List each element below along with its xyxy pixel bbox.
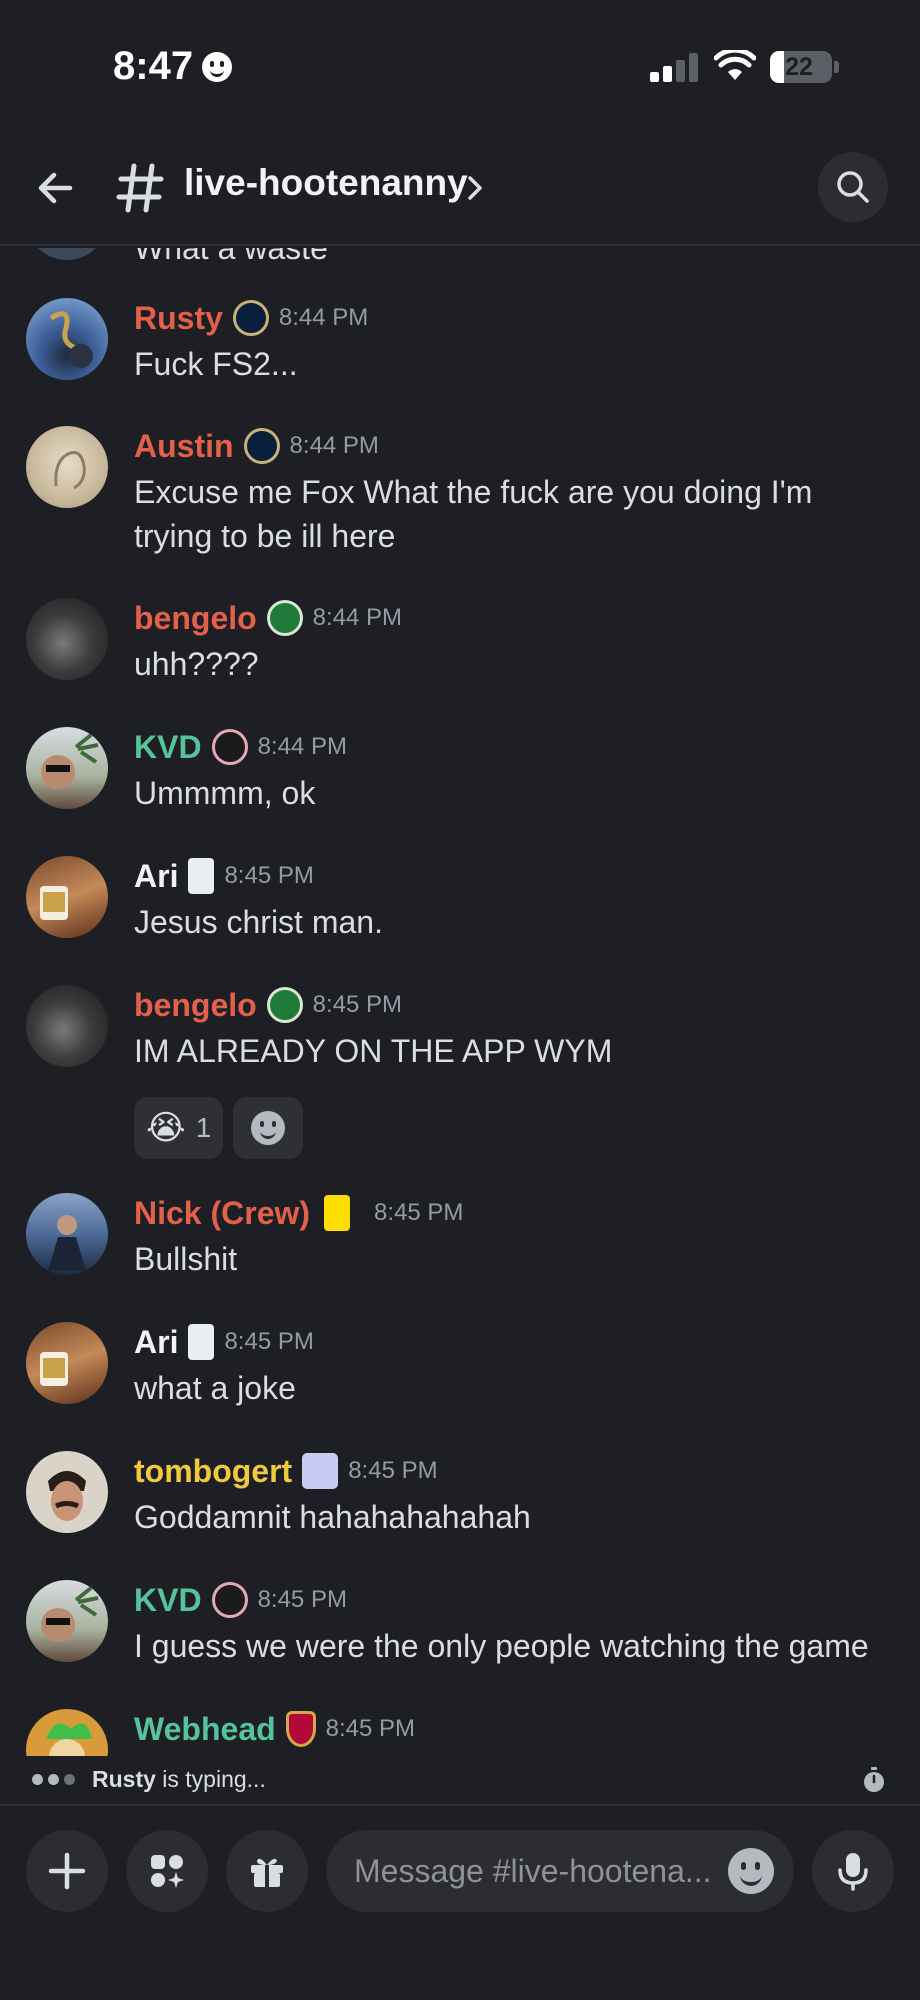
username[interactable]: Nick (Crew) xyxy=(134,1195,310,1232)
avatar[interactable] xyxy=(26,1580,108,1662)
real-salt-lake-badge-icon xyxy=(285,1711,316,1747)
reaction-count: 1 xyxy=(195,1112,212,1143)
message-input[interactable] xyxy=(354,1830,724,1912)
minnesota-united-badge-icon xyxy=(188,1324,215,1360)
message-text: Ummmm, ok xyxy=(134,775,316,811)
battery-level: 22 xyxy=(785,53,813,81)
timestamp: 8:45 PM xyxy=(224,1328,314,1355)
emoji-icon[interactable] xyxy=(728,1848,774,1894)
search-button[interactable] xyxy=(818,152,888,222)
message-text-clipped: What a waste xyxy=(134,248,328,266)
channel-title[interactable]: live-hootenanny xyxy=(184,162,468,204)
status-bar: 8:47 22 xyxy=(0,0,920,130)
timestamp: 8:45 PM xyxy=(257,1586,347,1613)
message-text: Fuck FS2... xyxy=(134,346,298,382)
message-text: Jesus christ man. xyxy=(134,904,383,940)
chevron-right-icon[interactable] xyxy=(462,170,488,206)
message-text: IM ALREADY ON THE APP WYM xyxy=(134,1033,613,1069)
mustache-badge-icon xyxy=(302,1453,339,1489)
timestamp: 8:45 PM xyxy=(374,1199,464,1226)
add-reaction-icon xyxy=(251,1111,286,1145)
loudly-crying-emoji-icon: 😭 xyxy=(146,1109,186,1147)
typing-dots-icon xyxy=(32,1774,75,1785)
slowmode-timer-icon[interactable] xyxy=(862,1766,886,1794)
attach-button[interactable] xyxy=(26,1830,108,1912)
message-composer xyxy=(0,1808,920,2000)
username[interactable]: Webhead xyxy=(134,1711,276,1748)
typing-user: Rusty xyxy=(92,1766,156,1792)
timestamp: 8:44 PM xyxy=(257,733,347,760)
username[interactable]: Austin xyxy=(134,428,234,465)
avatar[interactable] xyxy=(26,598,108,680)
timestamp: 8:45 PM xyxy=(325,1715,416,1742)
cellular-signal-icon xyxy=(650,52,700,82)
avatar[interactable] xyxy=(26,1709,108,1756)
back-arrow-icon[interactable] xyxy=(30,160,86,216)
username[interactable]: bengelo xyxy=(134,600,257,637)
columbus-crew-badge-icon xyxy=(324,1195,351,1231)
avatar[interactable] xyxy=(26,298,108,380)
avatar[interactable] xyxy=(26,1451,108,1533)
timestamp: 8:45 PM xyxy=(348,1457,438,1484)
inter-miami-badge-icon xyxy=(211,1582,248,1618)
message-text: I guess we were the only people watching… xyxy=(134,1628,869,1664)
channel-header: live-hootenanny xyxy=(0,130,920,246)
username[interactable]: Ari xyxy=(134,858,178,895)
portland-timbers-badge-icon xyxy=(266,600,303,636)
message-input-wrapper[interactable] xyxy=(326,1830,794,1912)
plus-icon xyxy=(48,1852,86,1890)
message-list[interactable]: What a waste Rusty 8:44 PM Fuck FS2... A… xyxy=(0,248,920,1756)
inter-miami-badge-icon xyxy=(211,729,248,765)
message-text: Bullshit xyxy=(134,1241,238,1277)
avatar[interactable] xyxy=(26,248,108,260)
avatar[interactable] xyxy=(26,1322,108,1404)
timestamp: 8:44 PM xyxy=(289,432,379,459)
focus-face-icon xyxy=(202,52,232,82)
microphone-icon xyxy=(838,1853,868,1891)
avatar[interactable] xyxy=(26,426,108,508)
message-text: uhh???? xyxy=(134,646,259,682)
typing-suffix: is typing... xyxy=(155,1766,266,1792)
gift-icon xyxy=(251,1858,283,1887)
wifi-icon xyxy=(714,50,756,80)
avatar[interactable] xyxy=(26,856,108,938)
voice-message-button[interactable] xyxy=(812,1830,894,1912)
timestamp: 8:44 PM xyxy=(278,304,369,331)
message-text: what a joke xyxy=(134,1370,296,1406)
avatar[interactable] xyxy=(26,985,108,1067)
username[interactable]: bengelo xyxy=(134,987,257,1024)
timestamp: 8:45 PM xyxy=(224,862,314,889)
philadelphia-union-badge-icon xyxy=(232,300,269,336)
minnesota-united-badge-icon xyxy=(188,858,215,894)
timestamp: 8:45 PM xyxy=(312,991,403,1018)
avatar[interactable] xyxy=(26,1193,108,1275)
apps-button[interactable] xyxy=(126,1830,208,1912)
add-reaction-button[interactable] xyxy=(233,1097,304,1159)
reactions: 😭 1 xyxy=(134,1097,304,1159)
search-icon xyxy=(837,171,869,203)
typing-indicator: Rusty is typing... xyxy=(0,1756,920,1806)
username[interactable]: tombogert xyxy=(134,1453,292,1490)
battery-indicator: 22 xyxy=(770,51,832,83)
username[interactable]: KVD xyxy=(134,1582,202,1619)
timestamp: 8:44 PM xyxy=(312,604,403,631)
apps-icon xyxy=(151,1855,184,1888)
avatar[interactable] xyxy=(26,727,108,809)
status-time: 8:47 xyxy=(113,44,194,88)
username[interactable]: Rusty xyxy=(134,300,223,337)
reaction-crying[interactable]: 😭 1 xyxy=(134,1097,224,1159)
gift-button[interactable] xyxy=(226,1830,308,1912)
portland-timbers-badge-icon xyxy=(266,987,303,1023)
username[interactable]: Ari xyxy=(134,1324,178,1361)
message-text: Excuse me Fox What the fuck are you doin… xyxy=(134,474,813,554)
hash-icon xyxy=(116,163,164,213)
username[interactable]: KVD xyxy=(134,729,202,766)
message-text: Goddamnit hahahahahahah xyxy=(134,1499,531,1535)
philadelphia-union-badge-icon xyxy=(243,428,280,464)
